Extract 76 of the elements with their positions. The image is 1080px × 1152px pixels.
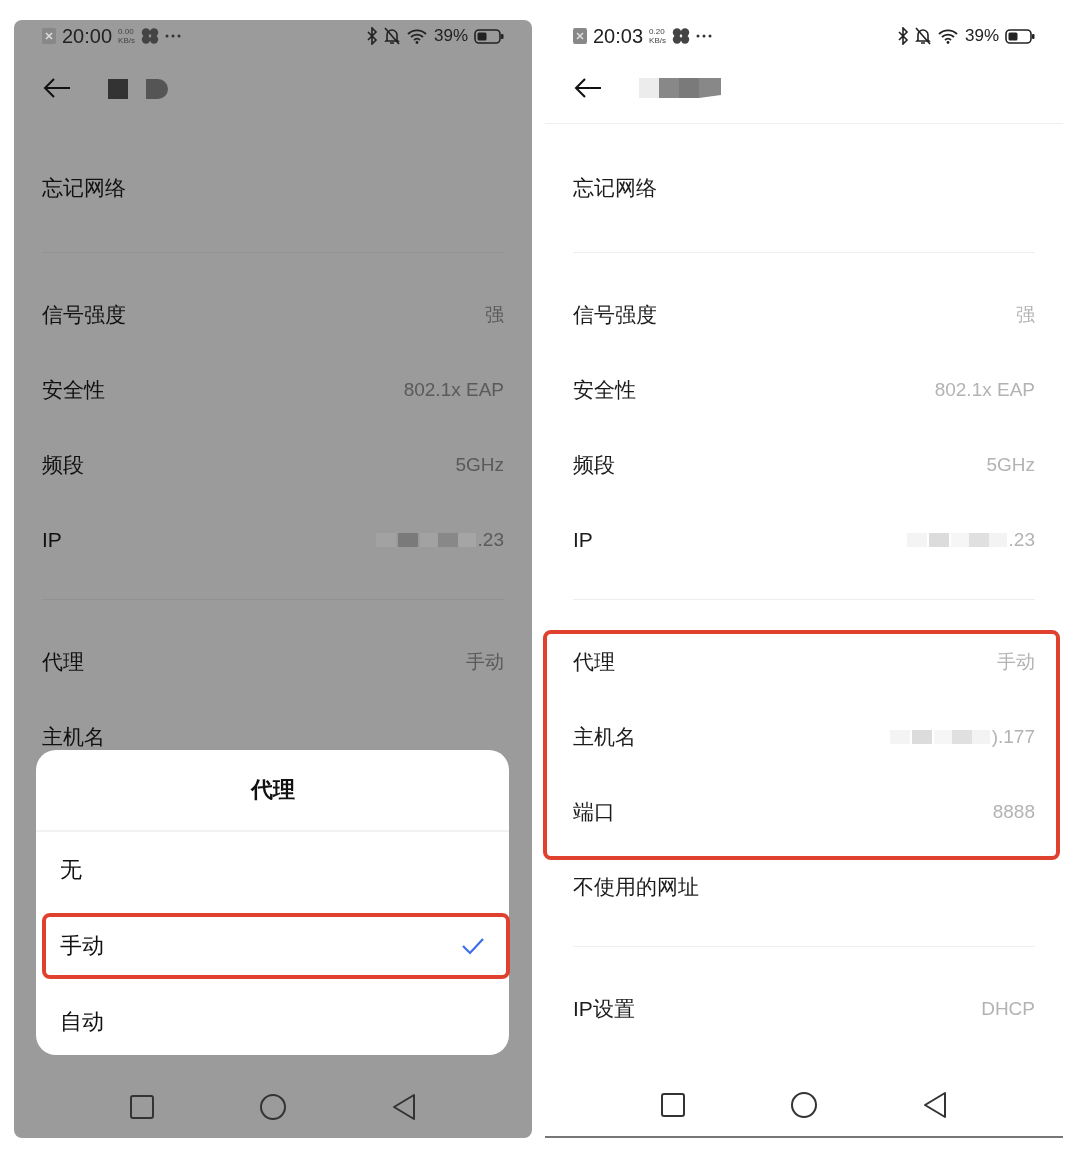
setting-value: .23 — [1008, 528, 1035, 551]
setting-label[interactable]: 端口 — [573, 797, 615, 826]
setting-row[interactable]: 安全性 802.1x EAP — [545, 352, 1063, 427]
bluetooth-icon — [896, 27, 909, 45]
sheet-title: 代理 — [36, 750, 509, 832]
setting-label[interactable]: 代理 — [573, 647, 615, 676]
setting-value: .23 — [477, 528, 504, 551]
setting-label[interactable]: IP设置 — [573, 994, 635, 1023]
check-icon — [461, 937, 485, 955]
more-icon — [695, 34, 712, 38]
home-icon[interactable] — [790, 1091, 818, 1119]
setting-row[interactable]: 忘记网络 — [14, 124, 532, 252]
setting-label[interactable]: 信号强度 — [573, 300, 657, 329]
setting-label[interactable]: 主机名 — [42, 722, 105, 751]
setting-value: 5GHz — [455, 453, 504, 476]
setting-row[interactable]: 信号强度 强 — [14, 277, 532, 352]
setting-row[interactable]: 代理 手动 — [14, 624, 532, 699]
setting-row[interactable]: IP .23 — [545, 502, 1063, 577]
status-time: 20:00 — [62, 24, 113, 48]
setting-value: DHCP — [981, 997, 1035, 1020]
setting-value: 8888 — [992, 800, 1035, 823]
setting-label[interactable]: 频段 — [573, 450, 615, 479]
wifi-icon — [936, 28, 959, 44]
setting-row[interactable]: 频段 5GHz — [545, 427, 1063, 502]
bluetooth-icon — [365, 27, 378, 45]
speed-unit: KB/s — [118, 36, 135, 45]
setting-value: 802.1x EAP — [934, 378, 1035, 401]
setting-value: 5GHz — [986, 453, 1035, 476]
setting-label[interactable]: 频段 — [42, 450, 84, 479]
setting-label[interactable]: IP — [573, 527, 593, 552]
sim-icon — [573, 28, 587, 44]
setting-row[interactable]: IP设置 DHCP — [545, 971, 1063, 1046]
setting-label[interactable]: 忘记网络 — [42, 174, 126, 202]
battery-percent: 39% — [964, 26, 999, 46]
bell-off-icon — [914, 27, 931, 45]
setting-label[interactable]: 不使用的网址 — [573, 872, 699, 901]
network-speed: 0.00 — [118, 27, 135, 36]
proxy-option[interactable]: 手动 — [36, 908, 509, 984]
setting-label[interactable]: IP — [42, 527, 62, 552]
setting-value: 手动 — [466, 649, 504, 674]
sim-icon — [42, 28, 56, 44]
fan-icon — [140, 28, 159, 44]
back-nav-icon[interactable] — [922, 1091, 948, 1119]
setting-value: 强 — [485, 302, 504, 327]
proxy-option[interactable]: 无 — [36, 832, 509, 908]
recents-icon[interactable] — [660, 1092, 686, 1118]
setting-value: 强 — [1016, 302, 1035, 327]
back-icon[interactable] — [42, 77, 72, 99]
setting-label[interactable]: 主机名 — [573, 722, 636, 751]
setting-row[interactable]: 安全性 802.1x EAP — [14, 352, 532, 427]
setting-label[interactable]: 安全性 — [573, 375, 636, 404]
setting-row[interactable]: 信号强度 强 — [545, 277, 1063, 352]
battery-icon — [474, 28, 504, 44]
wifi-icon — [405, 28, 428, 44]
back-icon[interactable] — [573, 76, 603, 99]
setting-value: 手动 — [997, 649, 1035, 674]
setting-value: ).177 — [991, 725, 1035, 748]
redacted-title — [108, 77, 170, 99]
battery-icon — [1005, 28, 1035, 44]
battery-percent: 39% — [433, 26, 468, 46]
setting-label[interactable]: 信号强度 — [42, 300, 126, 329]
fan-icon — [671, 28, 690, 44]
setting-label[interactable]: 代理 — [42, 647, 84, 676]
setting-label[interactable]: 忘记网络 — [573, 174, 657, 202]
status-time: 20:03 — [593, 24, 644, 48]
setting-row[interactable]: 频段 5GHz — [14, 427, 532, 502]
more-icon — [164, 34, 181, 38]
proxy-option[interactable]: 自动 — [36, 984, 509, 1060]
speed-unit: KB/s — [649, 36, 666, 45]
bell-off-icon — [383, 27, 400, 45]
setting-row[interactable]: IP .23 — [14, 502, 532, 577]
network-speed: 0.20 — [649, 27, 666, 36]
setting-label[interactable]: 安全性 — [42, 375, 105, 404]
setting-row[interactable]: 不使用的网址 — [545, 849, 1063, 924]
setting-value: 802.1x EAP — [403, 378, 504, 401]
setting-row[interactable]: 忘记网络 — [545, 124, 1063, 252]
